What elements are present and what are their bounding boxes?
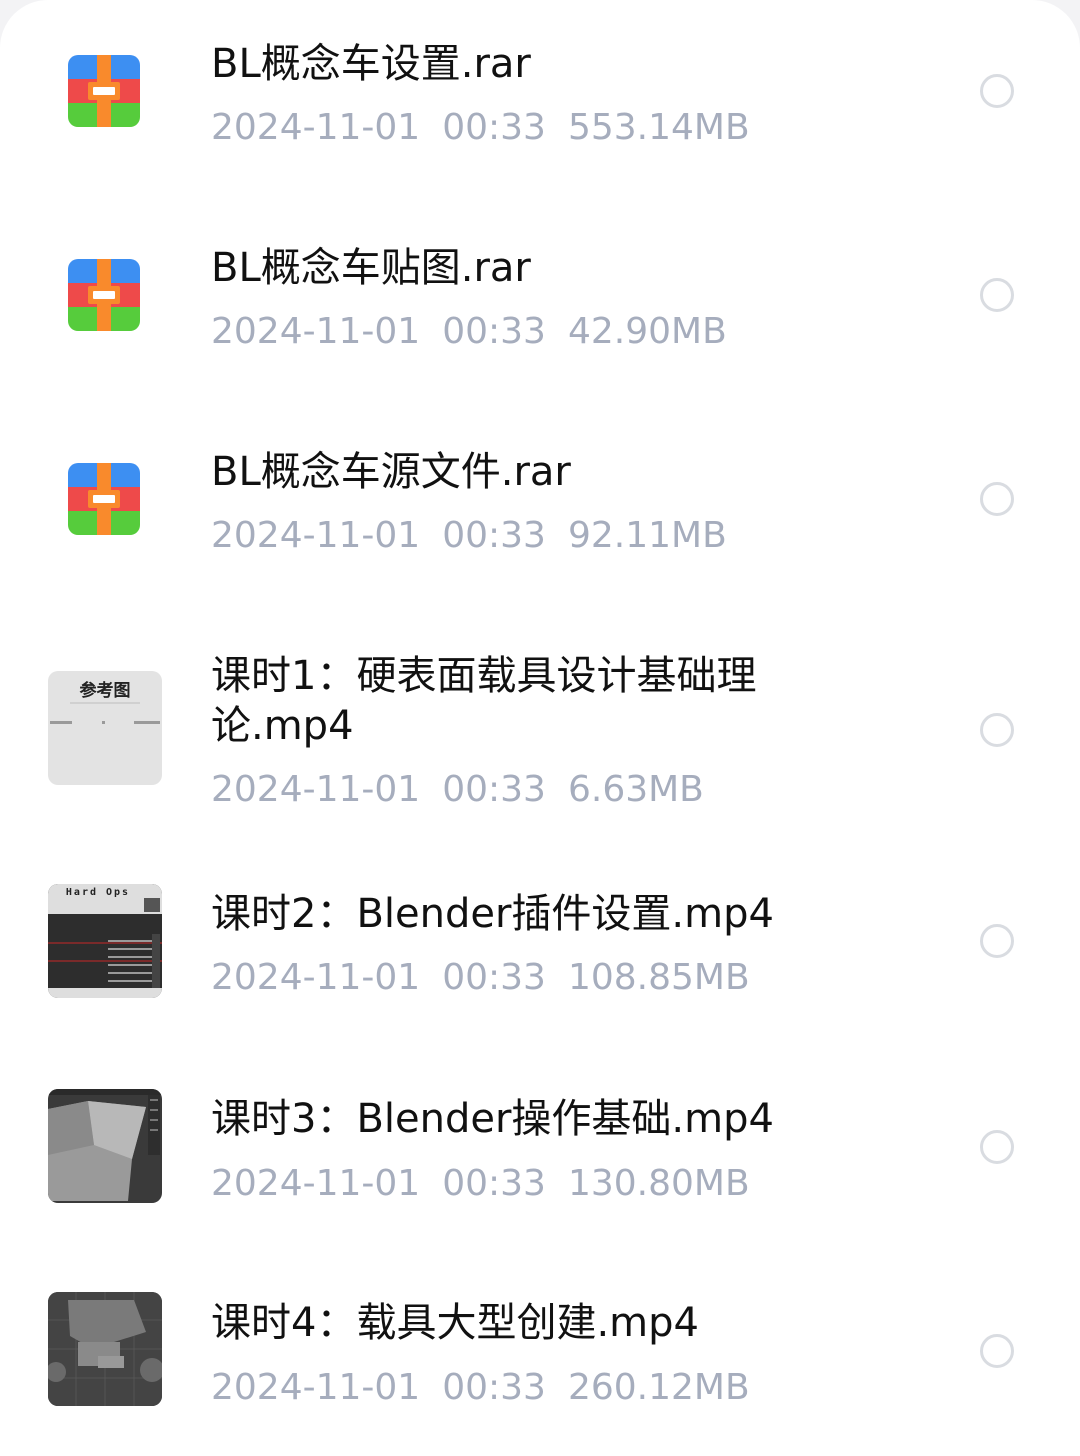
video-thumbnail <box>48 1089 162 1203</box>
thumb-caption: Hard Ops <box>66 887 130 898</box>
list-item[interactable]: 课时4：载具大型创建.mp4 2024-11-01 00:33 260.12MB <box>0 1250 1080 1456</box>
rar-archive-icon <box>48 238 162 352</box>
rar-archive-icon <box>48 442 162 556</box>
file-size: 553.14MB <box>567 107 750 148</box>
file-name: 课时2：Blender插件设置.mp4 <box>211 891 774 937</box>
file-name: BL概念车设置.rar <box>211 41 531 87</box>
video-thumbnail: Hard Ops <box>48 884 162 998</box>
file-date: 2024-11-01 <box>211 515 421 556</box>
list-item[interactable]: BL概念车设置.rar 2024-11-01 00:33 553.14MB <box>0 0 1080 190</box>
file-date: 2024-11-01 <box>211 107 421 148</box>
file-meta: 2024-11-01 00:33 553.14MB <box>211 106 772 150</box>
video-thumbnail: 参考图 <box>48 671 162 785</box>
file-name: BL概念车源文件.rar <box>211 449 571 495</box>
file-size: 108.85MB <box>567 957 750 998</box>
file-time: 00:33 <box>442 515 546 556</box>
file-time: 00:33 <box>442 107 546 148</box>
file-time: 00:33 <box>442 769 546 810</box>
file-date: 2024-11-01 <box>211 769 421 810</box>
file-meta: 2024-11-01 00:33 92.11MB <box>211 514 749 558</box>
list-item[interactable]: Hard Ops 课时2：Blender插件设置.mp4 2024-11-01 0… <box>0 840 1080 1046</box>
file-name: 课时1：硬表面载具设计基础理论.mp4 <box>211 653 757 749</box>
file-time: 00:33 <box>442 1367 546 1408</box>
file-meta: 2024-11-01 00:33 108.85MB <box>211 956 772 1000</box>
select-radio[interactable] <box>980 74 1014 108</box>
file-date: 2024-11-01 <box>211 957 421 998</box>
file-meta: 2024-11-01 00:33 260.12MB <box>211 1366 772 1410</box>
file-time: 00:33 <box>442 957 546 998</box>
file-name: 课时4：载具大型创建.mp4 <box>211 1300 699 1346</box>
select-radio[interactable] <box>980 924 1014 958</box>
list-item[interactable]: 参考图 课时1：硬表面载具设计基础理论.mp4 2024-11-01 00:33 6… <box>0 640 1080 840</box>
file-date: 2024-11-01 <box>211 311 421 352</box>
file-size: 130.80MB <box>567 1163 750 1204</box>
file-size: 6.63MB <box>567 769 704 810</box>
select-radio[interactable] <box>980 278 1014 312</box>
file-name: BL概念车贴图.rar <box>211 245 531 291</box>
file-date: 2024-11-01 <box>211 1163 421 1204</box>
list-item[interactable]: BL概念车源文件.rar 2024-11-01 00:33 92.11MB <box>0 394 1080 598</box>
file-time: 00:33 <box>442 1163 546 1204</box>
file-name: 课时3：Blender操作基础.mp4 <box>211 1096 774 1142</box>
file-meta: 2024-11-01 00:33 130.80MB <box>211 1162 772 1206</box>
file-size: 260.12MB <box>567 1367 750 1408</box>
file-meta: 2024-11-01 00:33 42.90MB <box>211 310 749 354</box>
file-list-sheet: BL概念车设置.rar 2024-11-01 00:33 553.14MB BL概念… <box>0 0 1080 1456</box>
thumb-caption: 参考图 <box>80 680 131 701</box>
file-time: 00:33 <box>442 311 546 352</box>
file-date: 2024-11-01 <box>211 1367 421 1408</box>
select-radio[interactable] <box>980 1334 1014 1368</box>
select-radio[interactable] <box>980 482 1014 516</box>
list-item[interactable]: 课时3：Blender操作基础.mp4 2024-11-01 00:33 130.8… <box>0 1046 1080 1250</box>
rar-archive-icon <box>48 34 162 148</box>
file-meta: 2024-11-01 00:33 6.63MB <box>211 768 726 812</box>
list-item[interactable]: BL概念车贴图.rar 2024-11-01 00:33 42.90MB <box>0 190 1080 394</box>
file-size: 42.90MB <box>567 311 727 352</box>
select-radio[interactable] <box>980 713 1014 747</box>
select-radio[interactable] <box>980 1130 1014 1164</box>
file-size: 92.11MB <box>567 515 727 556</box>
video-thumbnail <box>48 1292 162 1406</box>
